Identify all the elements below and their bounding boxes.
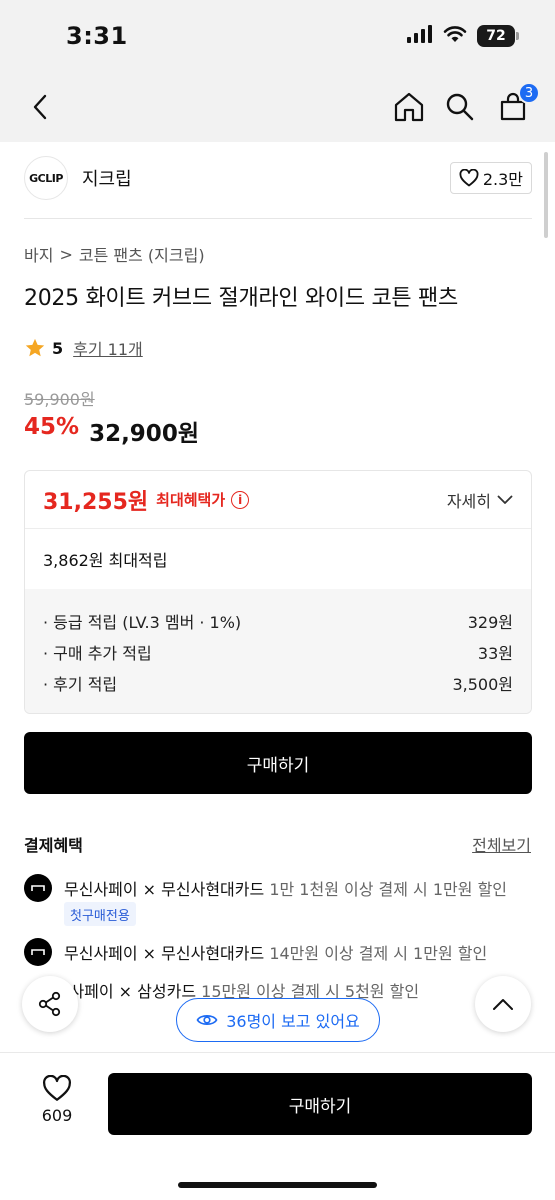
share-icon	[38, 991, 61, 1017]
brand-like-button[interactable]: 2.3만	[449, 162, 532, 194]
breadcrumb-separator: >	[59, 244, 73, 264]
points-row: · 후기 적립 3,500원	[43, 667, 513, 698]
scroll-top-button[interactable]	[475, 976, 531, 1032]
viewers-indicator[interactable]: 36명이 보고 있어요	[176, 998, 380, 1042]
points-value: 33원	[477, 643, 513, 663]
brand-row[interactable]: GCLIP 지크립 2.3만	[24, 154, 532, 202]
eye-icon	[196, 1015, 218, 1025]
points-total: 3,862원 최대적립	[43, 551, 168, 570]
home-button[interactable]	[390, 88, 428, 126]
chevron-up-icon	[493, 999, 513, 1010]
top-nav: 3	[0, 72, 555, 142]
back-icon	[33, 94, 47, 120]
points-value: 3,500원	[452, 674, 513, 694]
heart-icon	[43, 1075, 71, 1101]
brand-name[interactable]: 지크립	[82, 165, 132, 191]
benefit-header[interactable]: 31,255원 최대혜택가 i 자세히	[25, 471, 531, 529]
points-label: · 후기 적립	[43, 674, 118, 694]
home-indicator	[178, 1182, 377, 1188]
cart-count-badge: 3	[518, 82, 540, 104]
payment-benefits-title: 결제혜택	[24, 836, 83, 855]
rating-row: 5 후기 11개	[24, 336, 143, 360]
search-icon	[446, 93, 474, 121]
breadcrumb-subcategory[interactable]: 코튼 팬츠 (지크립)	[79, 242, 205, 266]
product-title: 2025 화이트 커브드 절개라인 와이드 코튼 팬츠	[24, 286, 458, 311]
bottom-action-bar: 609 구매하기	[0, 1052, 555, 1200]
payment-benefit-condition: 1만 1천원 이상 결제 시 1만원 할인	[269, 880, 508, 899]
max-benefit-label: 최대혜택가	[156, 491, 226, 509]
brand-logo[interactable]: GCLIP	[24, 156, 68, 200]
status-time: 3:31	[66, 22, 128, 50]
brand-like-count: 2.3만	[482, 170, 523, 189]
view-all-link[interactable]: 전체보기	[472, 832, 531, 856]
review-link[interactable]: 후기 11개	[73, 336, 143, 360]
payment-benefit-item[interactable]: 무신사페이 × 무신사현대카드 14만원 이상 결제 시 1만원 할인	[24, 938, 487, 966]
original-price: 59,900원	[24, 390, 95, 409]
payment-benefit-name: 무신사페이 × 무신사현대카드	[64, 880, 265, 899]
info-icon[interactable]: i	[231, 490, 250, 509]
points-label: · 등급 적립 (LV.3 멤버 · 1%)	[43, 612, 242, 632]
points-label: · 구매 추가 적립	[43, 643, 152, 663]
status-icons: 72	[407, 25, 519, 47]
payment-benefit-condition: 14만원 이상 결제 시 1만원 할인	[269, 944, 488, 963]
buy-button[interactable]: 구매하기	[24, 732, 532, 794]
chevron-down-icon	[497, 495, 513, 504]
first-purchase-tag: 첫구매전용	[64, 902, 136, 926]
points-list: · 등급 적립 (LV.3 멤버 · 1%) 329원 · 구매 추가 적립 3…	[25, 589, 531, 713]
wifi-icon	[443, 25, 467, 47]
viewers-text: 36명이 보고 있어요	[226, 1012, 360, 1031]
rating-score: 5	[52, 338, 64, 358]
points-row: · 등급 적립 (LV.3 멤버 · 1%) 329원	[43, 605, 513, 636]
heart-icon	[459, 169, 479, 187]
search-button[interactable]	[441, 88, 479, 126]
benefit-box: 31,255원 최대혜택가 i 자세히 3,862원 최대적립 · 등급 적립 …	[24, 470, 532, 714]
points-row: · 구매 추가 적립 33원	[43, 636, 513, 667]
price-row: 45% 32,900원	[24, 414, 199, 448]
signal-icon	[407, 25, 433, 47]
musinsa-pay-icon	[24, 938, 52, 966]
detail-toggle[interactable]: 자세히	[447, 488, 513, 512]
breadcrumb-category[interactable]: 바지	[24, 242, 53, 266]
status-bar: 3:31 72	[0, 0, 555, 72]
musinsa-pay-icon	[24, 874, 52, 902]
share-button[interactable]	[22, 976, 78, 1032]
bottom-buy-button[interactable]: 구매하기	[108, 1073, 532, 1135]
payment-benefit-name: 무신사페이 × 무신사현대카드	[64, 944, 265, 963]
battery-icon: 72	[477, 25, 519, 47]
discount-rate: 45%	[24, 414, 80, 440]
back-button[interactable]	[22, 88, 60, 126]
home-icon	[394, 92, 424, 122]
cart-button[interactable]: 3	[494, 82, 540, 126]
like-button[interactable]: 609	[34, 1075, 80, 1125]
points-value: 329원	[467, 612, 513, 632]
max-benefit-price: 31,255원	[43, 489, 149, 515]
sale-price: 32,900원	[89, 421, 199, 447]
divider	[24, 218, 532, 219]
breadcrumb: 바지 > 코튼 팬츠 (지크립)	[24, 242, 205, 266]
star-icon	[25, 338, 45, 357]
detail-label: 자세히	[446, 491, 491, 511]
like-count: 609	[41, 1106, 73, 1125]
scrollbar[interactable]	[544, 152, 548, 238]
payment-benefit-item[interactable]: 무신사페이 × 무신사현대카드 1만 1천원 이상 결제 시 1만원 할인	[24, 874, 507, 902]
